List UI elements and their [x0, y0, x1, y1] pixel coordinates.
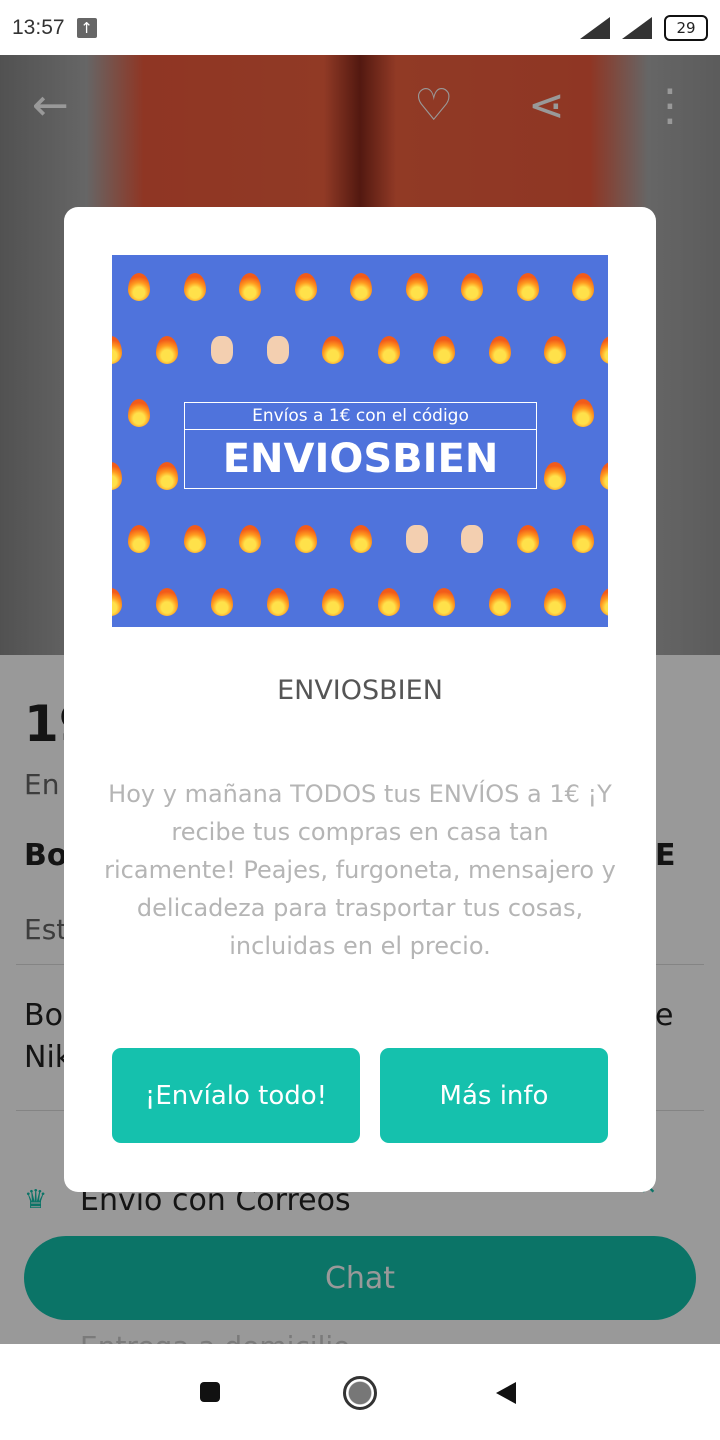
fire-emoji-icon	[599, 588, 608, 616]
ok-hand-emoji-icon	[266, 336, 289, 364]
fire-emoji-icon	[377, 588, 400, 616]
dialog-body: Hoy y mañana TODOS tus ENVÍOS a 1€ ¡Y re…	[104, 780, 616, 960]
fire-emoji-icon	[128, 273, 150, 301]
fire-emoji-icon	[350, 273, 372, 301]
fire-emoji-icon	[599, 462, 608, 490]
send-all-button[interactable]: ¡Envíalo todo!	[112, 1048, 360, 1143]
fire-emoji-icon	[516, 525, 539, 553]
clock: 13:57	[12, 15, 65, 39]
back-icon[interactable]	[496, 1382, 516, 1404]
signal-icon	[580, 16, 610, 39]
fire-emoji-icon	[544, 588, 566, 616]
fire-emoji-icon	[112, 336, 122, 364]
fire-emoji-icon	[322, 336, 344, 364]
promo-dialog: Envíos a 1€ con el código ENVIOSBIEN ENV…	[64, 207, 656, 1192]
fire-emoji-icon	[572, 273, 594, 301]
fire-emoji-icon	[294, 525, 317, 553]
dialog-title: ENVIOSBIEN	[277, 675, 443, 706]
ok-hand-emoji-icon	[211, 336, 233, 364]
fire-emoji-icon	[433, 588, 455, 616]
fire-emoji-icon	[112, 462, 122, 490]
banner-caption: Envíos a 1€ con el código	[185, 403, 536, 430]
fire-emoji-icon	[599, 336, 608, 364]
fire-emoji-icon	[112, 588, 122, 616]
fire-emoji-icon	[239, 525, 261, 553]
status-bar: 13:57 ↑ 29	[0, 0, 720, 55]
battery-icon: 29	[664, 14, 708, 41]
fire-emoji-icon	[461, 273, 483, 301]
fire-emoji-icon	[322, 588, 344, 616]
more-info-button[interactable]: Más info	[380, 1048, 608, 1143]
system-nav-bar	[0, 1344, 720, 1440]
fire-emoji-icon	[155, 462, 178, 490]
fire-emoji-icon	[377, 336, 400, 364]
fire-emoji-icon	[433, 336, 455, 364]
fire-emoji-icon	[183, 273, 206, 301]
upload-icon: ↑	[76, 17, 97, 38]
banner-code: ENVIOSBIEN	[222, 436, 499, 482]
fire-emoji-icon	[294, 273, 317, 301]
fire-emoji-icon	[405, 273, 428, 301]
ok-hand-emoji-icon	[405, 525, 428, 553]
promo-banner: Envíos a 1€ con el código ENVIOSBIEN	[112, 255, 608, 627]
ok-hand-emoji-icon	[461, 525, 483, 553]
wifi-icon	[622, 16, 652, 39]
fire-emoji-icon	[488, 588, 511, 616]
fire-emoji-icon	[183, 525, 206, 553]
fire-emoji-icon	[211, 588, 233, 616]
fire-emoji-icon	[266, 588, 289, 616]
fire-emoji-icon	[488, 336, 511, 364]
fire-emoji-icon	[572, 525, 594, 553]
fire-emoji-icon	[155, 588, 178, 616]
home-icon[interactable]	[343, 1376, 377, 1410]
fire-emoji-icon	[128, 525, 150, 553]
fire-emoji-icon	[544, 336, 566, 364]
fire-emoji-icon	[128, 399, 150, 427]
fire-emoji-icon	[572, 399, 594, 427]
fire-emoji-icon	[516, 273, 539, 301]
recents-icon[interactable]	[200, 1382, 220, 1402]
promo-code-box: Envíos a 1€ con el código ENVIOSBIEN	[184, 402, 537, 489]
fire-emoji-icon	[239, 273, 261, 301]
fire-emoji-icon	[544, 462, 566, 490]
fire-emoji-icon	[155, 336, 178, 364]
fire-emoji-icon	[350, 525, 372, 553]
